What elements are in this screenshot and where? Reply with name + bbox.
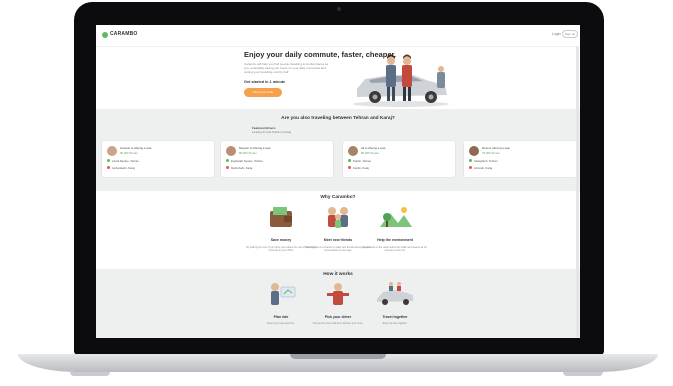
feature-environment: Help the environment Fewer cars on the r… <box>360 205 430 252</box>
car-people-illustration <box>353 54 449 107</box>
hero-section: Enjoy your daily commute, faster, cheape… <box>96 47 580 109</box>
route-destination: Mehrshahr, Karaj <box>231 166 253 170</box>
avatar <box>469 146 479 156</box>
route-price: 90,000 Toman <box>120 151 138 155</box>
step-travel-together: Travel together Enjoy the ride together. <box>360 281 430 325</box>
feature-title: Help the environment <box>377 238 413 242</box>
laptop-foot <box>563 372 603 376</box>
route-destination: Fardis, Karaj <box>353 166 369 170</box>
route-card[interactable]: Reza is offering a seat 75,000 Toman Sad… <box>464 141 576 177</box>
origin-dot-icon <box>107 159 110 162</box>
find-route-button[interactable]: Find your route <box>244 88 282 97</box>
avatar <box>348 146 358 156</box>
avatar <box>226 146 236 156</box>
driver-name: Ali is offering a seat <box>361 146 386 150</box>
route-origin: Sadeghieh, Tehran <box>474 159 498 163</box>
how-section: How it works Plan ride Enter your route … <box>96 269 580 338</box>
driver-name: Hossein is offering a seat <box>120 146 152 150</box>
featured-sublabel: Looking for ride Tehran to Karaj <box>252 130 291 134</box>
nature-icon <box>380 207 412 227</box>
route-origin: Tajrish, Tehran <box>353 159 372 163</box>
laptop-foot <box>70 372 110 376</box>
route-origin: Azadi Square, Tehran <box>112 159 139 163</box>
avatar <box>107 146 117 156</box>
scrollbar[interactable] <box>576 47 579 337</box>
route-card[interactable]: Hossein is offering a seat 90,000 Toman … <box>102 141 214 177</box>
logo-icon <box>102 32 108 38</box>
destination-dot-icon <box>107 166 110 169</box>
route-origin: Enghelab Square, Tehran <box>231 159 263 163</box>
login-link[interactable]: Login <box>552 32 561 36</box>
car-travel-icon <box>377 282 413 305</box>
destination-dot-icon <box>469 166 472 169</box>
feature-desc: Fewer cars on the road means less traffi… <box>363 246 427 253</box>
laptop-mockup: CARAMBO Login Sign up Enjoy your daily c… <box>0 0 673 386</box>
planning-icon <box>271 283 296 305</box>
why-title: Why Carambo? <box>320 195 356 200</box>
top-nav: CARAMBO Login Sign up <box>96 25 580 47</box>
driver-name: Maryam is offering a seat <box>239 146 271 150</box>
routes-title: Are you also traveling between Tehran an… <box>281 116 395 121</box>
why-section: Why Carambo? Save money By sharing the c… <box>96 191 580 269</box>
route-price: 80,000 Toman <box>361 151 379 155</box>
driver-name: Reza is offering a seat <box>482 146 510 150</box>
step-desc: Enjoy the ride together. <box>382 322 408 325</box>
origin-dot-icon <box>348 159 351 162</box>
route-destination: Azimieh, Karaj <box>474 166 493 170</box>
destination-dot-icon <box>348 166 351 169</box>
route-card[interactable]: Maryam is offering a seat 85,000 Toman E… <box>221 141 333 177</box>
route-card[interactable]: Ali is offering a seat 80,000 Toman Tajr… <box>343 141 455 177</box>
route-price: 85,000 Toman <box>239 151 257 155</box>
step-title: Travel together <box>382 315 408 319</box>
laptop-screen: CARAMBO Login Sign up Enjoy your daily c… <box>96 25 580 338</box>
origin-dot-icon <box>226 159 229 162</box>
route-price: 75,000 Toman <box>482 151 500 155</box>
brand-name[interactable]: CARAMBO <box>110 31 138 37</box>
hero-cta-label: Get started in 1 minute <box>244 80 286 84</box>
wallet-icon <box>270 207 292 227</box>
route-destination: Gohardasht, Karaj <box>112 166 135 170</box>
origin-dot-icon <box>469 159 472 162</box>
camera-icon <box>337 7 341 11</box>
routes-section: Are you also traveling between Tehran an… <box>96 109 580 191</box>
laptop-notch <box>290 354 386 359</box>
hero-subtitle: Carambo will help you find people travel… <box>244 62 329 74</box>
driver-pick-icon <box>327 283 349 305</box>
how-title: How it works <box>323 272 353 277</box>
friends-icon <box>328 207 348 228</box>
signup-button[interactable]: Sign up <box>562 30 578 38</box>
destination-dot-icon <box>226 166 229 169</box>
